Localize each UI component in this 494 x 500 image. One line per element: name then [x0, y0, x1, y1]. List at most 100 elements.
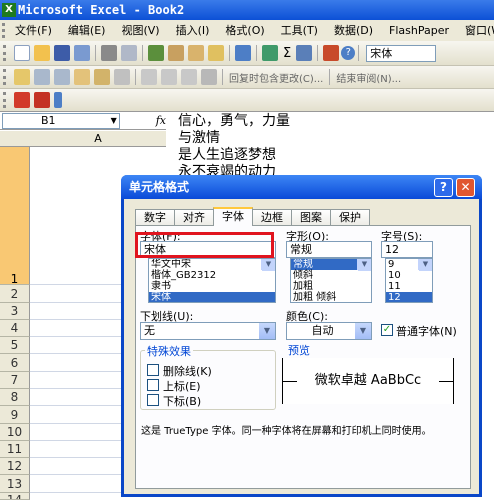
row-header-13[interactable]: 13 — [0, 475, 30, 493]
menu-data[interactable]: 数据(D) — [326, 20, 381, 41]
accept-change-icon[interactable] — [161, 69, 177, 85]
size-input[interactable]: 12 — [381, 241, 433, 258]
row-header-3[interactable]: 3 — [0, 303, 30, 320]
column-header-a[interactable]: A — [30, 131, 166, 147]
menu-format[interactable]: 格式(O) — [217, 20, 272, 41]
tab-alignment[interactable]: 对齐 — [174, 209, 214, 226]
list-item[interactable]: 11 — [386, 281, 432, 292]
toolbar-grip[interactable] — [3, 92, 9, 108]
show-all-comments-icon[interactable] — [94, 69, 110, 85]
undo-icon[interactable] — [235, 45, 251, 61]
chevron-down-icon[interactable]: ▼ — [259, 323, 275, 339]
print-icon[interactable] — [101, 45, 117, 61]
help-icon[interactable]: ? — [341, 46, 356, 60]
save-icon[interactable] — [54, 45, 70, 61]
menu-edit[interactable]: 编辑(E) — [60, 20, 114, 41]
menu-tools[interactable]: 工具(T) — [273, 20, 326, 41]
new-icon[interactable] — [14, 45, 30, 61]
name-box[interactable]: B1 ▼ — [2, 112, 120, 129]
convert-to-pdf-icon[interactable] — [14, 92, 30, 108]
size-list-scrollbar[interactable]: ▲ ▼ — [418, 259, 432, 271]
row-header-14[interactable]: 14 — [0, 493, 30, 500]
subscript-checkbox[interactable] — [147, 394, 159, 406]
next-comment-icon[interactable] — [54, 69, 70, 85]
font-list-scrollbar[interactable]: ▲ ▼ — [261, 259, 275, 271]
style-list-scrollbar[interactable]: ▲ ▼ — [357, 259, 371, 271]
track-changes-icon[interactable] — [141, 69, 157, 85]
spelling-icon[interactable] — [148, 45, 164, 61]
strikethrough-checkbox[interactable] — [147, 364, 159, 376]
cell-b1-content[interactable]: 信心，勇气，力量 与激情 是人生追逐梦想 永不衰竭的动力 — [178, 113, 338, 181]
row-header-8[interactable]: 8 — [0, 389, 30, 406]
row-header-9[interactable]: 9 — [0, 406, 30, 424]
sort-ascending-icon[interactable] — [296, 45, 313, 61]
delete-comment-icon[interactable] — [114, 69, 130, 85]
scroll-down-icon[interactable]: ▼ — [358, 259, 371, 270]
color-select[interactable]: 自动 ▼ — [286, 322, 372, 340]
font-name-box[interactable]: 宋体 — [366, 44, 437, 62]
list-item-selected[interactable]: 宋体 — [149, 292, 275, 302]
toolbar-grip[interactable] — [3, 69, 9, 85]
tab-number[interactable]: 数字 — [135, 209, 175, 226]
row-header-2[interactable]: 2 — [0, 285, 30, 303]
chevron-down-icon[interactable]: ▼ — [355, 323, 371, 339]
font-list[interactable]: 华文中宋 楷体_GB2312 隶书 宋体 ▲ ▼ — [148, 258, 276, 303]
superscript-checkbox[interactable] — [147, 379, 159, 391]
list-item[interactable]: 10 — [386, 270, 432, 281]
dialog-help-button[interactable]: ? — [434, 178, 453, 197]
list-item[interactable]: 隶书 — [149, 281, 275, 292]
permission-icon[interactable] — [74, 45, 90, 61]
hyperlink-icon[interactable] — [262, 45, 278, 61]
previous-comment-icon[interactable] — [34, 69, 50, 85]
name-box-dropdown-icon[interactable]: ▼ — [111, 114, 117, 128]
reply-with-changes-button[interactable]: 回复时包含更改(C)... — [229, 70, 323, 85]
row-header-1[interactable]: 1 — [0, 147, 30, 286]
menu-insert[interactable]: 插入(I) — [168, 20, 218, 41]
normal-font-checkbox[interactable]: ✓ — [381, 324, 393, 336]
list-item[interactable]: 楷体_GB2312 — [149, 270, 275, 281]
open-icon[interactable] — [34, 45, 50, 61]
row-header-5[interactable]: 5 — [0, 337, 30, 354]
row-header-12[interactable]: 12 — [0, 458, 30, 475]
row-header-4[interactable]: 4 — [0, 320, 30, 337]
tab-patterns[interactable]: 图案 — [291, 209, 331, 226]
row-header-6[interactable]: 6 — [0, 354, 30, 372]
pdf-email-icon[interactable] — [34, 92, 50, 108]
menu-view[interactable]: 视图(V) — [113, 20, 167, 41]
format-painter-icon[interactable] — [208, 45, 224, 61]
toolbar-options-icon[interactable] — [54, 92, 62, 108]
new-comment-icon[interactable] — [14, 69, 30, 85]
print-preview-icon[interactable] — [121, 45, 137, 61]
menu-grip[interactable] — [2, 23, 5, 38]
list-item[interactable]: 加粗 — [291, 281, 371, 292]
chart-wizard-icon[interactable] — [323, 45, 340, 61]
style-input[interactable]: 常规 — [286, 241, 372, 258]
toolbar-grip[interactable] — [3, 45, 9, 61]
show-comment-icon[interactable] — [74, 69, 90, 85]
style-list[interactable]: 常规 倾斜 加粗 加粗 倾斜 ▲ ▼ — [290, 258, 372, 303]
copy-icon[interactable] — [168, 45, 184, 61]
scroll-down-icon[interactable]: ▼ — [419, 259, 432, 270]
autosum-icon[interactable]: Σ — [283, 46, 291, 61]
end-review-button[interactable]: 结束审阅(N)... — [336, 70, 401, 85]
list-item-selected[interactable]: 12 — [386, 292, 432, 302]
row-header-7[interactable]: 7 — [0, 372, 30, 389]
paste-icon[interactable] — [188, 45, 204, 61]
tab-border[interactable]: 边框 — [252, 209, 292, 226]
scroll-down-icon[interactable]: ▼ — [262, 259, 275, 270]
underline-select[interactable]: 无 ▼ — [140, 322, 276, 340]
fx-icon[interactable]: fx — [156, 114, 166, 127]
row-header-11[interactable]: 11 — [0, 441, 30, 458]
size-list[interactable]: 9 10 11 12 ▲ ▼ — [385, 258, 433, 303]
dialog-close-button[interactable]: ✕ — [456, 178, 475, 197]
menu-window[interactable]: 窗口(W) — [457, 20, 494, 41]
row-header-10[interactable]: 10 — [0, 424, 30, 441]
list-item[interactable]: 倾斜 — [291, 270, 371, 281]
menu-flashpaper[interactable]: FlashPaper — [381, 20, 457, 41]
reject-change-icon[interactable] — [181, 69, 197, 85]
tab-font[interactable]: 字体 — [213, 207, 253, 226]
menu-file[interactable]: 文件(F) — [7, 20, 60, 41]
list-item[interactable]: 华文中宋 — [149, 259, 275, 270]
list-item[interactable]: 加粗 倾斜 — [291, 292, 371, 302]
send-review-icon[interactable] — [201, 69, 217, 85]
